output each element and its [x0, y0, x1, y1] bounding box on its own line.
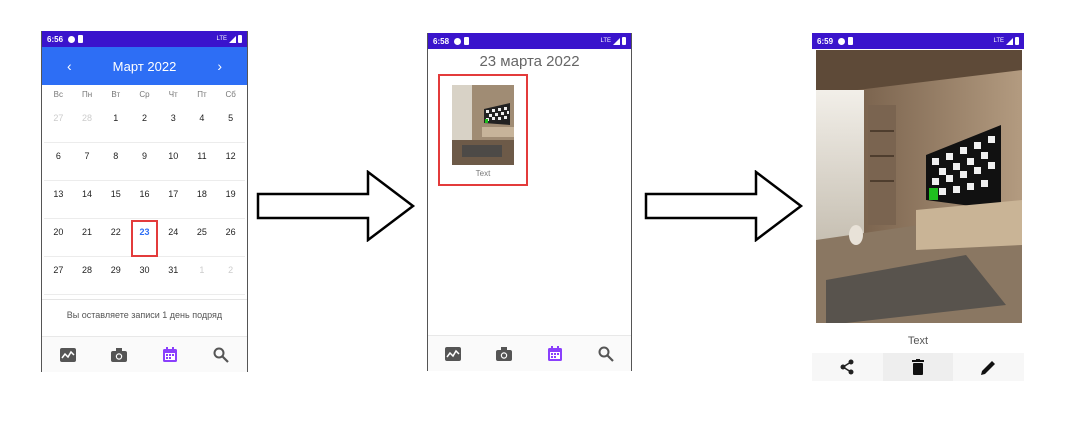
network-type: LTE [600, 38, 611, 44]
calendar-day[interactable]: 4 [187, 105, 217, 143]
bottom-navigation [428, 335, 631, 371]
calendar-day[interactable]: 19 [216, 181, 245, 219]
calendar-day[interactable]: 27 [44, 257, 73, 295]
camera-icon[interactable] [492, 342, 516, 366]
calendar-icon[interactable] [543, 342, 567, 366]
calendar-day[interactable]: 27 [44, 105, 73, 143]
day-entries-screen: 6:58 LTE 23 марта 2022 Text [427, 33, 632, 371]
weekday-label: Сб [225, 90, 236, 99]
notification-icon [454, 37, 462, 45]
search-icon[interactable] [594, 342, 618, 366]
battery-icon [238, 35, 242, 43]
calendar-day[interactable]: 28 [72, 257, 102, 295]
calendar-day[interactable]: 18 [187, 181, 217, 219]
bottom-navigation [42, 336, 247, 372]
chart-icon[interactable] [441, 342, 465, 366]
calendar-day[interactable]: 10 [158, 143, 188, 181]
calendar-day[interactable]: 6 [44, 143, 73, 181]
weekday-label: Ср [139, 90, 150, 99]
calendar-day[interactable]: 7 [72, 143, 102, 181]
status-bar: 6:56 LTE [42, 31, 247, 47]
calendar-day[interactable]: 22 [101, 219, 131, 257]
calendar-grid: Вс Пн Вт Ср Чт Пт Сб 27 28 1 2 3 4 5 6 7 8 9 10 11 12 13 14 15 1… [42, 85, 247, 295]
signal-icon [229, 35, 236, 43]
chevron-right-icon[interactable]: › [217, 58, 222, 74]
edit-icon[interactable] [954, 353, 1024, 381]
calendar-day[interactable]: 2 [130, 105, 159, 143]
signal-icon [613, 37, 620, 45]
share-icon[interactable] [812, 353, 882, 381]
calendar-day[interactable]: 24 [158, 219, 188, 257]
calendar-day[interactable]: 15 [101, 181, 131, 219]
calendar-day[interactable]: 25 [187, 219, 217, 257]
calendar-day[interactable]: 29 [101, 257, 131, 295]
network-type: LTE [993, 38, 1004, 44]
camera-icon[interactable] [107, 343, 131, 367]
calendar-day[interactable]: 11 [187, 143, 217, 181]
entry-caption: Text [907, 335, 929, 347]
search-icon[interactable] [209, 343, 233, 367]
calendar-day[interactable]: 1 [101, 105, 131, 143]
entry-photo [816, 50, 1022, 323]
weekday-label: Вт [111, 90, 121, 99]
arrow-right-icon [644, 170, 804, 242]
calendar-day[interactable]: 31 [158, 257, 188, 295]
weekday-label: Пт [197, 90, 207, 99]
streak-text: Вы оставляете записи 1 день подряд [42, 299, 247, 335]
sim-icon [464, 37, 470, 45]
status-bar: 6:59 LTE [812, 33, 1024, 49]
calendar-screen: 6:56 LTE ‹ Март 2022 › Вс Пн Вт Ср Чт Пт Сб 27 2… [41, 31, 248, 372]
chevron-left-icon[interactable]: ‹ [67, 58, 72, 74]
chart-icon[interactable] [56, 343, 80, 367]
weekday-label: Пн [81, 90, 93, 99]
status-time: 6:59 [817, 36, 834, 46]
entry-thumbnail-card[interactable]: Text [438, 74, 528, 186]
calendar-day[interactable]: 14 [72, 181, 102, 219]
calendar-day[interactable]: 21 [72, 219, 102, 257]
calendar-day[interactable]: 17 [158, 181, 188, 219]
entry-label: Text [475, 169, 491, 178]
status-bar: 6:58 LTE [428, 33, 631, 49]
sim-icon [848, 37, 854, 45]
calendar-day[interactable]: 9 [130, 143, 159, 181]
calendar-day[interactable]: 13 [44, 181, 73, 219]
battery-icon [622, 37, 626, 45]
calendar-day[interactable]: 26 [216, 219, 245, 257]
calendar-icon[interactable] [158, 343, 182, 367]
weekday-label: Вс [53, 90, 64, 99]
delete-icon[interactable] [882, 353, 953, 381]
status-time: 6:58 [433, 36, 450, 46]
calendar-day[interactable]: 12 [216, 143, 245, 181]
notification-icon [838, 37, 846, 45]
arrow-right-icon [256, 170, 416, 242]
calendar-day[interactable]: 16 [130, 181, 159, 219]
calendar-day[interactable]: 3 [158, 105, 188, 143]
calendar-day[interactable]: 20 [44, 219, 73, 257]
calendar-day[interactable]: 5 [216, 105, 245, 143]
calendar-day[interactable]: 30 [130, 257, 159, 295]
detail-action-bar [812, 353, 1024, 381]
date-title: 23 марта 2022 [479, 53, 580, 70]
entry-detail-screen: 6:59 LTE Text [812, 33, 1024, 381]
weekday-label: Чт [168, 90, 178, 99]
calendar-day[interactable]: 1 [187, 257, 217, 295]
month-label: Март 2022 [112, 58, 177, 74]
network-type: LTE [216, 36, 227, 42]
battery-icon [1015, 37, 1019, 45]
calendar-day[interactable]: 8 [101, 143, 131, 181]
entry-thumbnail-image [452, 85, 514, 165]
calendar-day[interactable]: 28 [72, 105, 102, 143]
calendar-day-selected[interactable]: 23 [130, 219, 159, 257]
notification-icon [68, 35, 76, 43]
calendar-day[interactable]: 2 [216, 257, 245, 295]
signal-icon [1006, 37, 1013, 45]
calendar-header: ‹ Март 2022 › [42, 47, 247, 85]
sim-icon [78, 35, 84, 43]
status-time: 6:56 [47, 34, 64, 44]
